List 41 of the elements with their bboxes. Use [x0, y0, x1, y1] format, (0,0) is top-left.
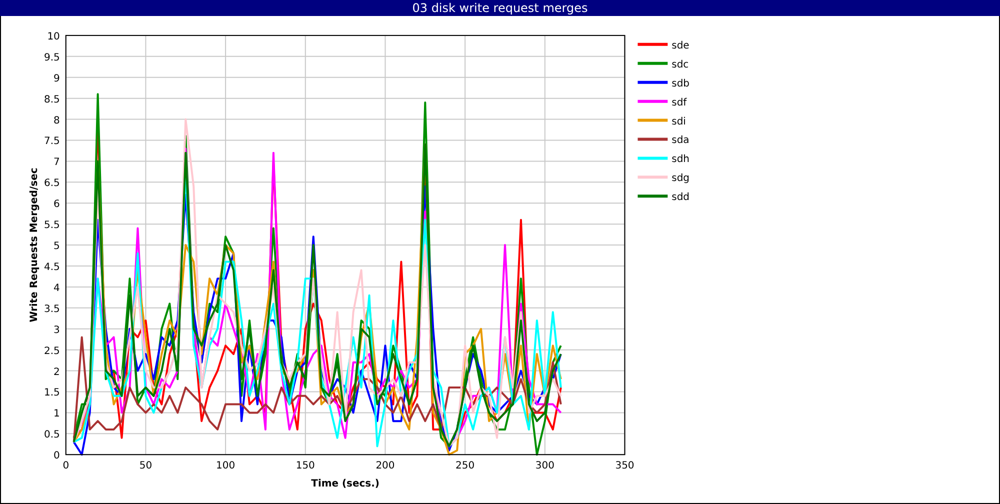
- legend-label: sdi: [672, 116, 686, 128]
- y-tick-label: 0: [54, 450, 60, 462]
- x-axis-title: Time (secs.): [311, 478, 380, 490]
- x-tick-label: 100: [216, 460, 236, 472]
- y-tick-label: 7: [54, 157, 60, 168]
- y-tick-label: 2.5: [44, 346, 60, 357]
- legend-label: sde: [672, 40, 690, 52]
- x-tick-label: 250: [456, 460, 475, 472]
- y-tick-label: 1: [54, 408, 60, 420]
- legend-label: sdf: [672, 97, 687, 108]
- legend-label: sdh: [672, 154, 690, 166]
- y-tick-label: 7.5: [44, 136, 60, 148]
- x-tick-label: 300: [535, 460, 554, 472]
- x-tick-label: 50: [139, 460, 152, 472]
- y-tick-label: 10: [47, 31, 60, 42]
- x-tick-label: 350: [615, 460, 634, 472]
- window-title: 03 disk write request merges: [0, 0, 1000, 16]
- y-tick-label: 4.5: [44, 262, 60, 273]
- y-tick-label: 9.5: [44, 52, 60, 64]
- x-tick-label: 200: [376, 460, 395, 472]
- legend-label: sdd: [672, 192, 690, 204]
- y-tick-label: 1.5: [44, 388, 60, 399]
- y-axis-title: Write Requests Merged/sec: [28, 168, 40, 322]
- x-tick-label: 150: [296, 460, 315, 472]
- y-tick-label: 0.5: [44, 430, 60, 441]
- legend-label: sdb: [672, 78, 690, 90]
- legend-label: sda: [672, 135, 690, 146]
- y-tick-label: 3.5: [44, 304, 60, 315]
- y-tick-label: 5.5: [44, 220, 60, 232]
- x-tick-label: 0: [62, 460, 70, 472]
- legend-label: sdg: [672, 173, 690, 184]
- y-tick-label: 4: [54, 282, 60, 294]
- y-tick-label: 6.5: [44, 178, 60, 190]
- y-tick-label: 8.5: [44, 94, 60, 106]
- y-tick-label: 3: [54, 324, 60, 336]
- y-tick-label: 5: [54, 241, 60, 252]
- y-tick-label: 9: [54, 73, 60, 84]
- y-tick-label: 2: [54, 366, 60, 378]
- legend-label: sdc: [672, 59, 689, 70]
- y-tick-label: 6: [54, 199, 60, 210]
- y-tick-label: 8: [54, 115, 60, 126]
